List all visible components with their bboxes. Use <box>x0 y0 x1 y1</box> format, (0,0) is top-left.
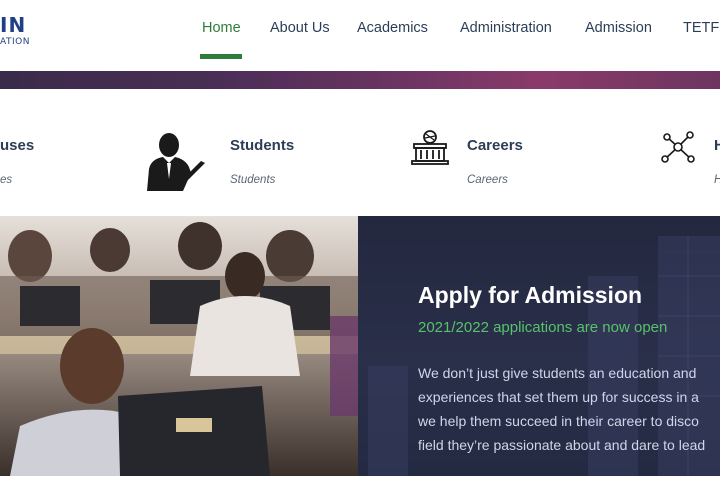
nav-academics[interactable]: Academics <box>357 20 428 36</box>
nav-active-indicator <box>200 54 242 59</box>
quick-link-sub-campuses: es <box>0 174 13 186</box>
quick-link-title-students[interactable]: Students <box>230 137 294 154</box>
apply-body-line: field they’re passionate about and dare … <box>418 437 706 453</box>
nav-tetfund[interactable]: TETFund <box>683 20 720 36</box>
nav-admission[interactable]: Admission <box>585 20 652 36</box>
hero-bottom-edge <box>0 476 720 480</box>
quick-link-title-h[interactable]: H <box>714 137 720 154</box>
apply-description: We don’t just give students an education… <box>418 361 720 457</box>
admission-hero: Apply for Admission 2021/2022 applicatio… <box>0 216 720 480</box>
apply-title: Apply for Admission <box>418 282 643 308</box>
quick-link-title-campuses[interactable]: uses <box>0 137 34 154</box>
students-photo <box>0 216 358 476</box>
nav-home[interactable]: Home <box>202 20 241 36</box>
apply-body-line: experiences that set them up for success… <box>418 389 699 405</box>
admission-panel: Apply for Admission 2021/2022 applicatio… <box>358 216 720 476</box>
nav-administration[interactable]: Administration <box>460 20 552 36</box>
network-icon <box>661 131 695 163</box>
apply-body-line: We don’t just give students an education… <box>418 365 697 381</box>
quick-link-title-careers[interactable]: Careers <box>467 137 523 154</box>
banner-strip <box>0 71 720 89</box>
quick-link-sub-students: Students <box>230 174 276 186</box>
quick-link-sub-careers: Careers <box>467 174 508 186</box>
nav-about-us[interactable]: About Us <box>270 20 330 36</box>
main-nav: Home About Us Academics Administration A… <box>0 20 720 40</box>
site-header: IN ATION Home About Us Academics Adminis… <box>0 0 720 71</box>
student-icon <box>147 133 205 191</box>
quick-link-sub-h: H <box>714 174 720 186</box>
apply-subtitle: 2021/2022 applications are now open <box>418 319 668 336</box>
apply-body-line: we help them succeed in their career to … <box>418 413 699 429</box>
quick-links: uses es Students Students Careers Career… <box>0 89 720 216</box>
building-icon <box>411 130 449 165</box>
